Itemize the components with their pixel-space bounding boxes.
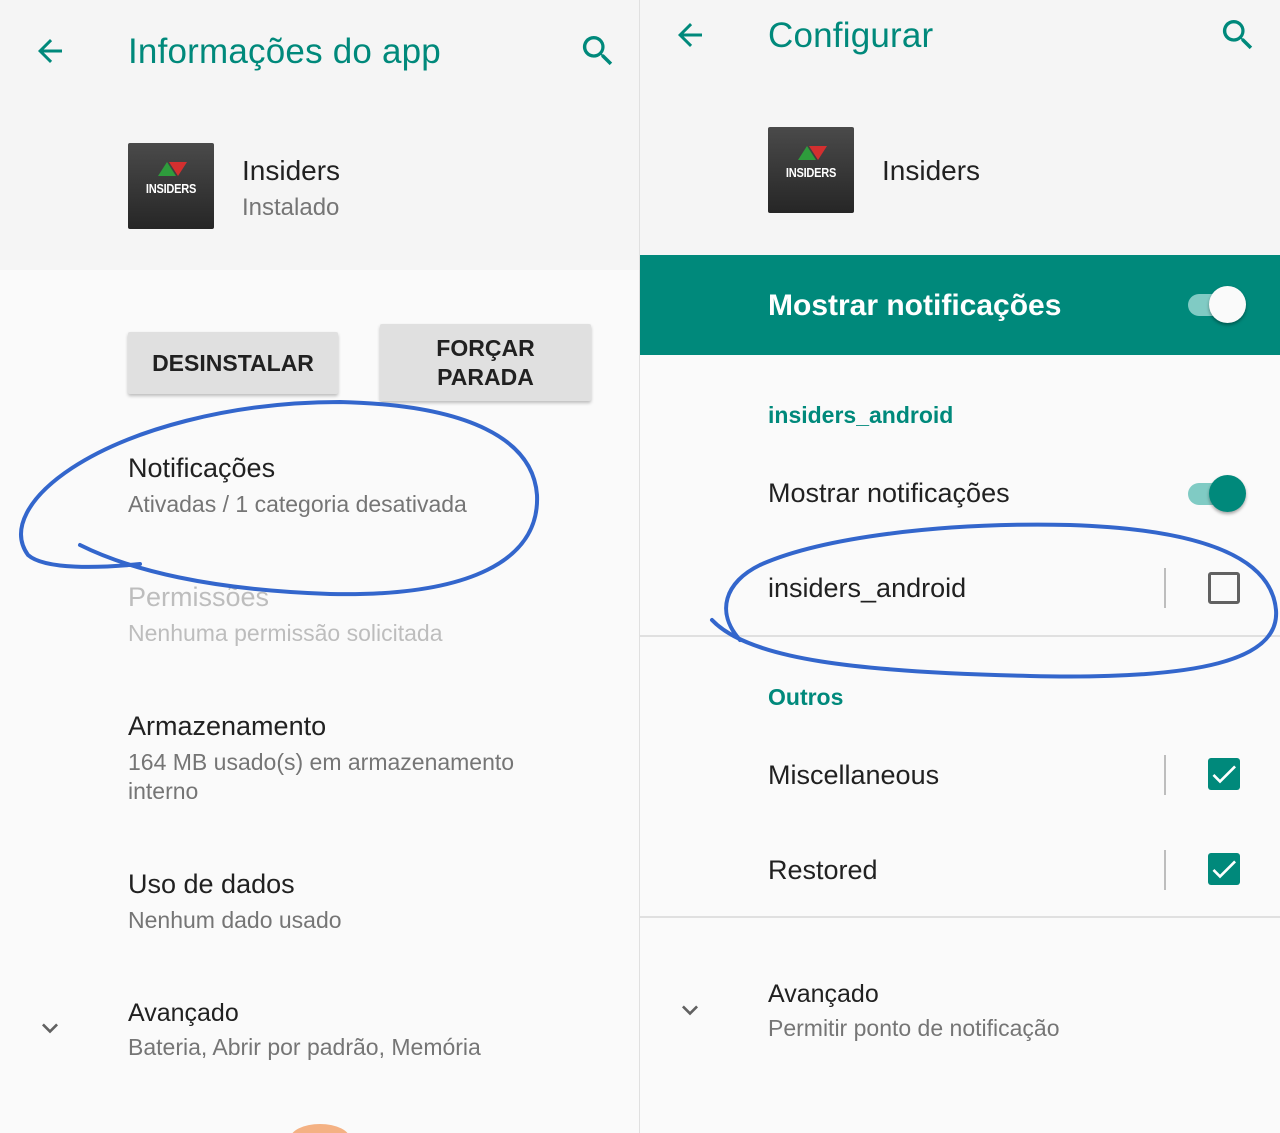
app-logo-text: INSIDERS xyxy=(785,165,837,180)
advanced-subtitle: Bateria, Abrir por padrão, Memória xyxy=(128,1034,481,1060)
chevron-down-icon xyxy=(42,1023,58,1034)
force-stop-label-line2: PARADA xyxy=(437,363,534,390)
uninstall-button-label: DESINSTALAR xyxy=(152,349,314,376)
app-name: Insiders xyxy=(882,155,981,186)
app-channel-section-header: insiders_android xyxy=(768,402,954,428)
force-stop-button[interactable]: FORÇAR PARADA xyxy=(380,324,591,401)
arrow-back-icon[interactable] xyxy=(672,17,708,53)
row-divider xyxy=(1164,850,1166,890)
permissions-title: Permissões xyxy=(128,582,270,612)
force-stop-label-line1: FORÇAR xyxy=(436,334,535,361)
floating-bubble-edge xyxy=(290,1124,350,1133)
uninstall-button[interactable]: DESINSTALAR xyxy=(128,332,338,394)
channel-label: insiders_android xyxy=(768,573,967,603)
page-title: Informações do app xyxy=(128,32,441,71)
channel-checkbox-unchecked[interactable] xyxy=(1208,572,1240,604)
channel-label: Miscellaneous xyxy=(768,760,940,790)
data-usage-title: Uso de dados xyxy=(128,869,295,899)
page-title: Configurar xyxy=(768,16,934,55)
app-info-screen: Informações do app INSIDERS Insiders Ins… xyxy=(0,0,640,1133)
data-usage-subtitle: Nenhum dado usado xyxy=(128,907,342,933)
channel-checkbox-checked[interactable] xyxy=(1208,758,1240,790)
section-divider xyxy=(640,635,1280,637)
search-icon[interactable] xyxy=(1218,15,1258,55)
arrow-back-icon[interactable] xyxy=(32,33,68,69)
master-notifications-banner[interactable]: Mostrar notificações xyxy=(640,255,1280,355)
channel-checkbox-checked[interactable] xyxy=(1208,853,1240,885)
app-name: Insiders xyxy=(242,155,341,186)
app-logo: INSIDERS xyxy=(768,127,854,213)
storage-subtitle-line1: 164 MB usado(s) em armazenamento xyxy=(128,749,515,775)
storage-subtitle-line2: interno xyxy=(128,778,199,804)
app-logo-text: INSIDERS xyxy=(145,181,197,196)
storage-title: Armazenamento xyxy=(128,711,327,741)
advanced-subtitle: Permitir ponto de notificação xyxy=(768,1015,1060,1041)
check-icon xyxy=(1212,860,1236,879)
app-logo: INSIDERS xyxy=(128,143,214,229)
notifications-subtitle: Ativadas / 1 categoria desativada xyxy=(128,491,467,517)
others-section-header: Outros xyxy=(768,684,844,710)
notification-settings-header: Configurar INSIDERS Insiders xyxy=(640,0,1280,255)
advanced-title: Avançado xyxy=(128,999,239,1027)
channel-label: Restored xyxy=(768,855,878,885)
master-notifications-toggle[interactable] xyxy=(1188,284,1246,324)
row-divider xyxy=(1164,755,1166,795)
chevron-down-icon xyxy=(682,1005,698,1016)
check-icon xyxy=(1212,765,1236,784)
show-notifications-toggle[interactable] xyxy=(1188,473,1246,513)
search-icon[interactable] xyxy=(578,31,618,71)
master-notifications-label: Mostrar notificações xyxy=(768,289,1062,322)
permissions-subtitle: Nenhuma permissão solicitada xyxy=(128,620,443,646)
section-divider xyxy=(640,916,1280,918)
notifications-title: Notificações xyxy=(128,453,276,483)
row-divider xyxy=(1164,568,1166,608)
show-notifications-label: Mostrar notificações xyxy=(768,478,1010,508)
app-info-header: Informações do app INSIDERS Insiders Ins… xyxy=(0,0,639,270)
advanced-title: Avançado xyxy=(768,980,879,1008)
app-install-status: Instalado xyxy=(242,194,340,221)
notification-settings-screen: Configurar INSIDERS Insiders Mostrar not… xyxy=(640,0,1280,1133)
